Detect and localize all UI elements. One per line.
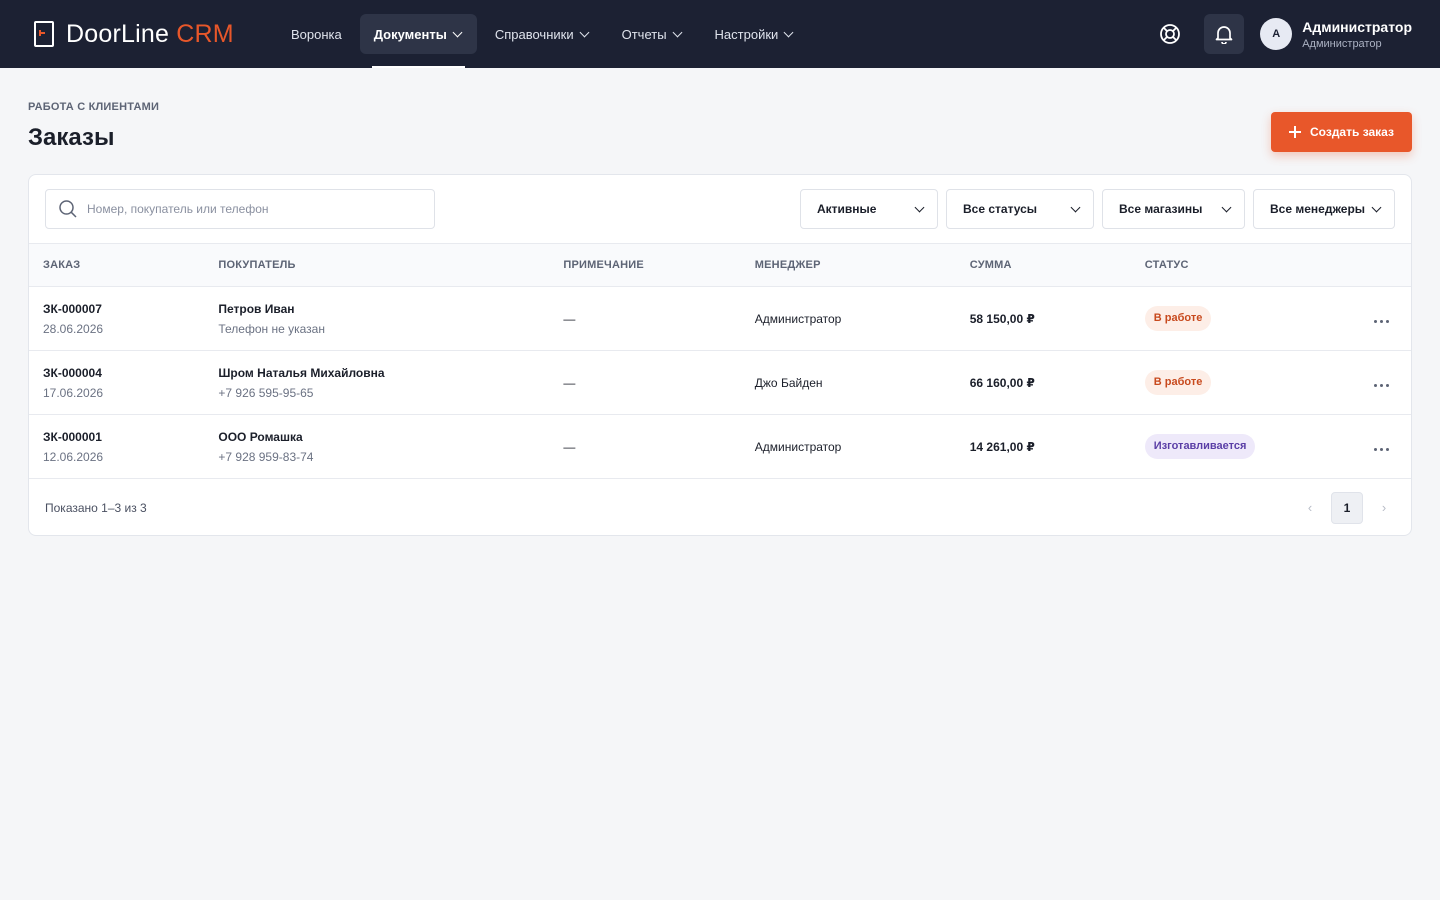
prev-page-icon[interactable]: ‹ (1299, 492, 1321, 524)
avatar: А (1260, 18, 1293, 50)
orders-card: Активные Все статусы Все магазины Все ме… (28, 174, 1412, 536)
nav-item-label: Документы (373, 26, 447, 42)
order-manager: Администратор (754, 414, 970, 479)
nav-item-funnel[interactable]: Воронка (277, 14, 356, 54)
table-row[interactable]: ЗК-000001 12.06.2026 ООО Ромашка +7 928 95… (29, 414, 1411, 479)
top-bar: DoorLine CRM Воронка Документы Справочни… (0, 0, 1440, 68)
user-role: Администратор (1302, 37, 1382, 50)
order-manager: Джо Байден (754, 350, 970, 415)
chevron-down-icon (1222, 204, 1232, 214)
help-button[interactable] (1150, 14, 1190, 54)
user-name: Администратор (1302, 18, 1412, 35)
customer-name: Петров Иван (218, 301, 295, 316)
activity-select-value: Активные (817, 202, 877, 216)
top-right-actions: А Администратор Администратор (1150, 14, 1412, 54)
status-select[interactable]: Все статусы (946, 189, 1094, 229)
nav-item-label: Справочники (494, 26, 574, 42)
column-header-amount[interactable]: СУММА (969, 243, 1145, 287)
shown-count: Показано 1–3 из 3 (45, 500, 147, 515)
order-date: 28.06.2026 (43, 321, 104, 336)
chevron-down-icon (1071, 204, 1081, 214)
nav-item-settings[interactable]: Настройки (701, 14, 809, 54)
chevron-down-icon (1372, 204, 1382, 214)
nav-item-label: Настройки (714, 26, 779, 42)
column-header-customer[interactable]: ПОКУПАТЕЛЬ (218, 243, 564, 287)
next-page-icon[interactable]: › (1373, 492, 1395, 524)
page-title: Заказы (28, 124, 115, 151)
order-amount: 58 150,00 ₽ (969, 286, 1145, 351)
lifebuoy-icon (1160, 24, 1181, 44)
door-logo-icon (34, 21, 54, 47)
activity-select[interactable]: Активные (800, 189, 938, 229)
nav-item-reports[interactable]: Отчеты (608, 14, 697, 54)
bell-icon (1215, 26, 1233, 44)
more-actions-icon[interactable] (1374, 383, 1389, 387)
status-badge: В работе (1144, 370, 1212, 395)
nav-item-label: Воронка (291, 26, 342, 42)
table-row[interactable]: ЗК-000007 28.06.2026 Петров Иван Телефон н… (29, 286, 1411, 351)
table-footer: Показано 1–3 из 3 ‹ 1 › (29, 479, 1411, 535)
order-date: 17.06.2026 (43, 385, 104, 400)
order-note: — (563, 286, 755, 351)
customer-phone: Телефон не указан (218, 321, 325, 336)
table-row[interactable]: ЗК-000004 17.06.2026 Шром Наталья Михайло… (29, 350, 1411, 415)
customer-name: Шром Наталья Михайловна (218, 365, 385, 380)
order-number[interactable]: ЗК-000007 (43, 302, 218, 316)
order-number[interactable]: ЗК-000001 (43, 430, 218, 444)
column-header-order[interactable]: ЗАКАЗ (29, 243, 219, 287)
chevron-down-icon (453, 29, 463, 39)
column-header-manager[interactable]: МЕНЕДЖЕР (754, 243, 970, 287)
order-note: — (563, 414, 755, 479)
nav-item-references[interactable]: Справочники (481, 14, 604, 54)
more-actions-icon[interactable] (1374, 319, 1389, 323)
plus-icon (1289, 126, 1302, 138)
orders-table: ЗАКАЗ ПОКУПАТЕЛЬ ПРИМЕЧАНИЕ МЕНЕДЖЕР СУМ… (29, 243, 1411, 479)
logo-text: DoorLine CRM (66, 19, 234, 48)
more-actions-icon[interactable] (1374, 447, 1389, 451)
column-header-note[interactable]: ПРИМЕЧАНИЕ (563, 243, 755, 287)
user-menu[interactable]: А Администратор Администратор (1260, 18, 1412, 50)
status-badge: Изготавливается (1144, 434, 1256, 459)
customer-name: ООО Ромашка (218, 429, 303, 444)
breadcrumb: РАБОТА С КЛИЕНТАМИ (28, 101, 160, 113)
create-order-button[interactable]: Создать заказ (1271, 112, 1412, 152)
create-order-label: Создать заказ (1310, 125, 1394, 139)
user-info: Администратор Администратор (1302, 19, 1412, 50)
store-select-value: Все магазины (1119, 202, 1203, 216)
customer-phone: +7 926 595-95-65 (218, 385, 314, 400)
page-header: РАБОТА С КЛИЕНТАМИ Заказы Создать заказ (0, 68, 1440, 174)
order-amount: 14 261,00 ₽ (969, 414, 1145, 479)
nav-item-documents[interactable]: Документы (359, 14, 477, 68)
logo[interactable]: DoorLine CRM (34, 20, 270, 49)
column-header-status[interactable]: СТАТУС (1144, 243, 1370, 287)
search-icon (59, 200, 77, 218)
order-amount: 66 160,00 ₽ (969, 350, 1145, 415)
manager-select-value: Все менеджеры (1270, 202, 1366, 216)
order-manager: Администратор (754, 286, 970, 351)
manager-select[interactable]: Все менеджеры (1253, 189, 1395, 229)
pagination: ‹ 1 › (1299, 491, 1395, 524)
column-header-actions (1370, 243, 1411, 287)
notifications-button[interactable] (1204, 14, 1245, 54)
order-number[interactable]: ЗК-000004 (43, 366, 218, 380)
main-nav: Воронка Документы Справочники Отчеты Нас… (277, 0, 808, 68)
table-header-row: ЗАКАЗ ПОКУПАТЕЛЬ ПРИМЕЧАНИЕ МЕНЕДЖЕР СУМ… (29, 243, 1411, 287)
status-badge: В работе (1144, 306, 1212, 331)
store-select[interactable]: Все магазины (1102, 189, 1245, 229)
chevron-down-icon (784, 29, 794, 39)
order-date: 12.06.2026 (43, 449, 104, 464)
order-note: — (563, 350, 755, 415)
chevron-down-icon (915, 204, 925, 214)
chevron-down-icon (580, 29, 590, 39)
customer-phone: +7 928 959-83-74 (218, 449, 314, 464)
filter-selects: Активные Все статусы Все магазины Все ме… (800, 189, 1395, 229)
chevron-down-icon (673, 29, 683, 39)
nav-item-label: Отчеты (621, 26, 667, 42)
search-input[interactable] (87, 202, 407, 216)
search-box[interactable] (45, 189, 435, 229)
filters-bar: Активные Все статусы Все магазины Все ме… (29, 175, 1411, 243)
page-number-button[interactable]: 1 (1331, 491, 1363, 524)
status-select-value: Все статусы (963, 202, 1038, 216)
